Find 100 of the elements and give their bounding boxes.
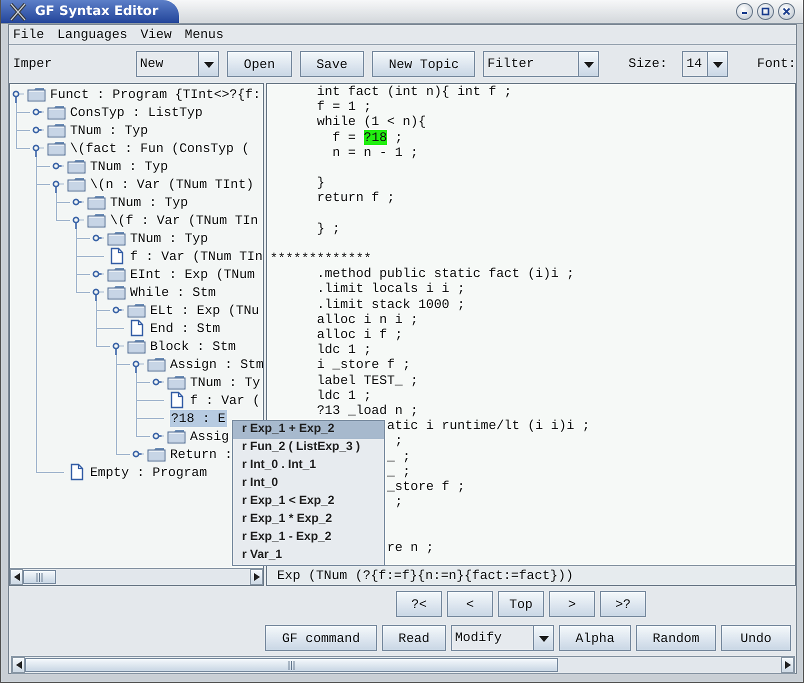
menu-item[interactable]: r Exp_1 - Exp_2 <box>233 529 384 547</box>
scroll-left-icon <box>16 661 22 669</box>
tree-item[interactable]: \(f : Var (TNum TIn <box>109 212 260 228</box>
command-button[interactable]: Random <box>636 625 716 651</box>
code-line: ldc 1 ; <box>316 342 372 358</box>
caret-icon <box>538 634 550 642</box>
folder-icon <box>127 338 146 354</box>
tree-item[interactable]: Assign : Stm <box>169 356 263 372</box>
dropdown[interactable]: Filter <box>483 51 600 77</box>
scroll-left-icon <box>14 573 20 581</box>
menu-item[interactable]: r Exp_1 + Exp_2 <box>233 421 384 439</box>
tree-item[interactable]: End : Stm <box>149 320 222 336</box>
scroll-thumb[interactable] <box>23 570 56 584</box>
tree-item[interactable]: ELt : Exp (TNu <box>149 302 260 318</box>
tree-item[interactable]: While : Stm <box>129 284 217 300</box>
nav-button[interactable]: Top <box>498 591 544 617</box>
menu-item[interactable]: r Fun_2 ( ListExp_3 ) <box>233 439 384 457</box>
tree-item[interactable]: \(n : Var (TNum TInt) <box>89 176 255 192</box>
code-line: ************* <box>270 251 372 266</box>
tree-item[interactable]: TNum : Typ <box>129 230 210 246</box>
tree-item[interactable]: Return : <box>169 446 234 462</box>
folder-icon <box>167 428 186 444</box>
code-line: ; <box>394 433 403 448</box>
tree-item[interactable]: EInt : Exp (TNum <box>129 266 256 282</box>
document-icon <box>110 247 124 265</box>
code-line: alloc i n i ; <box>316 312 418 327</box>
code-line: _store f ; <box>387 478 466 494</box>
code-line: alloc i f ; <box>316 327 403 342</box>
code-line: ?13 _load n ; <box>316 402 418 418</box>
language-label: Imper <box>13 55 54 74</box>
toolbar-button[interactable]: New Topic <box>372 51 476 77</box>
minimize-button[interactable] <box>736 3 753 20</box>
toolbar-button[interactable]: Open <box>227 51 292 77</box>
close-button[interactable] <box>778 3 795 20</box>
scroll-right-icon <box>784 661 790 669</box>
caret-icon <box>712 60 724 68</box>
menu-item[interactable]: Menus <box>184 24 224 44</box>
maximize-button[interactable] <box>757 3 774 20</box>
document-icon <box>130 319 144 337</box>
window-title: GF Syntax Editor <box>35 4 158 19</box>
tree-item[interactable]: TNum : Ty <box>189 374 262 390</box>
toolbar-button[interactable]: Save <box>300 51 364 77</box>
folder-icon <box>47 140 66 156</box>
code-line: int fact (int n){ int f ; <box>316 84 512 99</box>
tree-item[interactable]: \(fact : Fun (ConsTyp ( <box>69 140 250 156</box>
nav-button[interactable]: >? <box>600 591 646 617</box>
tree-item[interactable]: Funct : Program {TInt<>?{f: <box>49 86 262 102</box>
scroll-thumb[interactable] <box>25 658 558 672</box>
code-line: ; <box>394 494 403 510</box>
nav-button[interactable]: < <box>447 591 493 617</box>
tree-item[interactable]: Block : Stm <box>149 338 237 354</box>
code-line: atic i runtime/lt (i i)i ; <box>387 418 590 434</box>
menu-item[interactable]: r Exp_1 < Exp_2 <box>233 493 384 511</box>
folder-icon <box>147 356 166 372</box>
code-line: while (1 < n){ <box>316 114 426 130</box>
code-line: .limit locals i i ; <box>316 281 466 296</box>
menu-item[interactable]: r Int_0 . Int_1 <box>233 457 384 475</box>
dropdown[interactable]: 14 <box>682 51 728 77</box>
tree-item[interactable]: f : Var (TNum TIn <box>129 248 263 264</box>
folder-icon <box>67 158 86 174</box>
folder-icon <box>47 122 66 138</box>
code-line: label TEST_ ; <box>316 372 418 388</box>
command-button[interactable]: Undo <box>721 625 791 651</box>
code-line: f = ?18 ; <box>332 130 403 145</box>
folder-icon <box>87 212 106 228</box>
menu-item[interactable]: Languages <box>57 24 128 44</box>
dropdown[interactable]: New <box>136 51 220 77</box>
tree-item[interactable]: Assig <box>189 428 230 444</box>
folder-icon <box>47 104 66 120</box>
command-button[interactable]: Read <box>382 625 446 651</box>
folder-icon <box>127 302 146 318</box>
nav-button[interactable]: > <box>549 591 595 617</box>
command-button[interactable]: Alpha <box>559 625 631 651</box>
nav-button[interactable]: ?< <box>396 591 442 617</box>
horizontal-scrollbar[interactable] <box>11 656 795 674</box>
horizontal-scrollbar[interactable] <box>10 568 263 585</box>
code-line: } ; <box>316 220 340 236</box>
folder-icon <box>67 176 86 192</box>
code-line: ldc 1 ; <box>316 388 372 403</box>
menu-item[interactable]: View <box>140 24 172 44</box>
menu-item[interactable]: r Var_1 <box>233 547 384 565</box>
menu-item[interactable]: File <box>13 24 44 44</box>
folder-icon <box>107 284 126 300</box>
tree-item[interactable]: Empty : Program <box>89 464 208 480</box>
menu-item[interactable]: r Int_0 <box>233 475 384 493</box>
tree-item[interactable]: TNum : Typ <box>89 158 170 174</box>
code-line: .method public static fact (i)i ; <box>316 266 574 282</box>
tree-item[interactable]: ?18 : E <box>170 410 227 426</box>
command-button[interactable]: GF command <box>265 625 377 651</box>
tree-item[interactable]: f : Var ( <box>189 392 262 408</box>
code-line: f = 1 ; <box>316 99 372 114</box>
menu-item[interactable]: r Exp_1 * Exp_2 <box>233 511 384 529</box>
caret-icon <box>582 60 595 68</box>
tree-item[interactable]: ConsTyp : ListTyp <box>69 104 204 120</box>
code-line: n = n - 1 ; <box>332 144 418 160</box>
code-line: return f ; <box>316 190 395 206</box>
dropdown[interactable]: Modify <box>451 625 554 651</box>
tree-item[interactable]: TNum : Typ <box>69 122 150 138</box>
caret-icon <box>202 60 215 68</box>
tree-item[interactable]: TNum : Typ <box>109 194 190 210</box>
